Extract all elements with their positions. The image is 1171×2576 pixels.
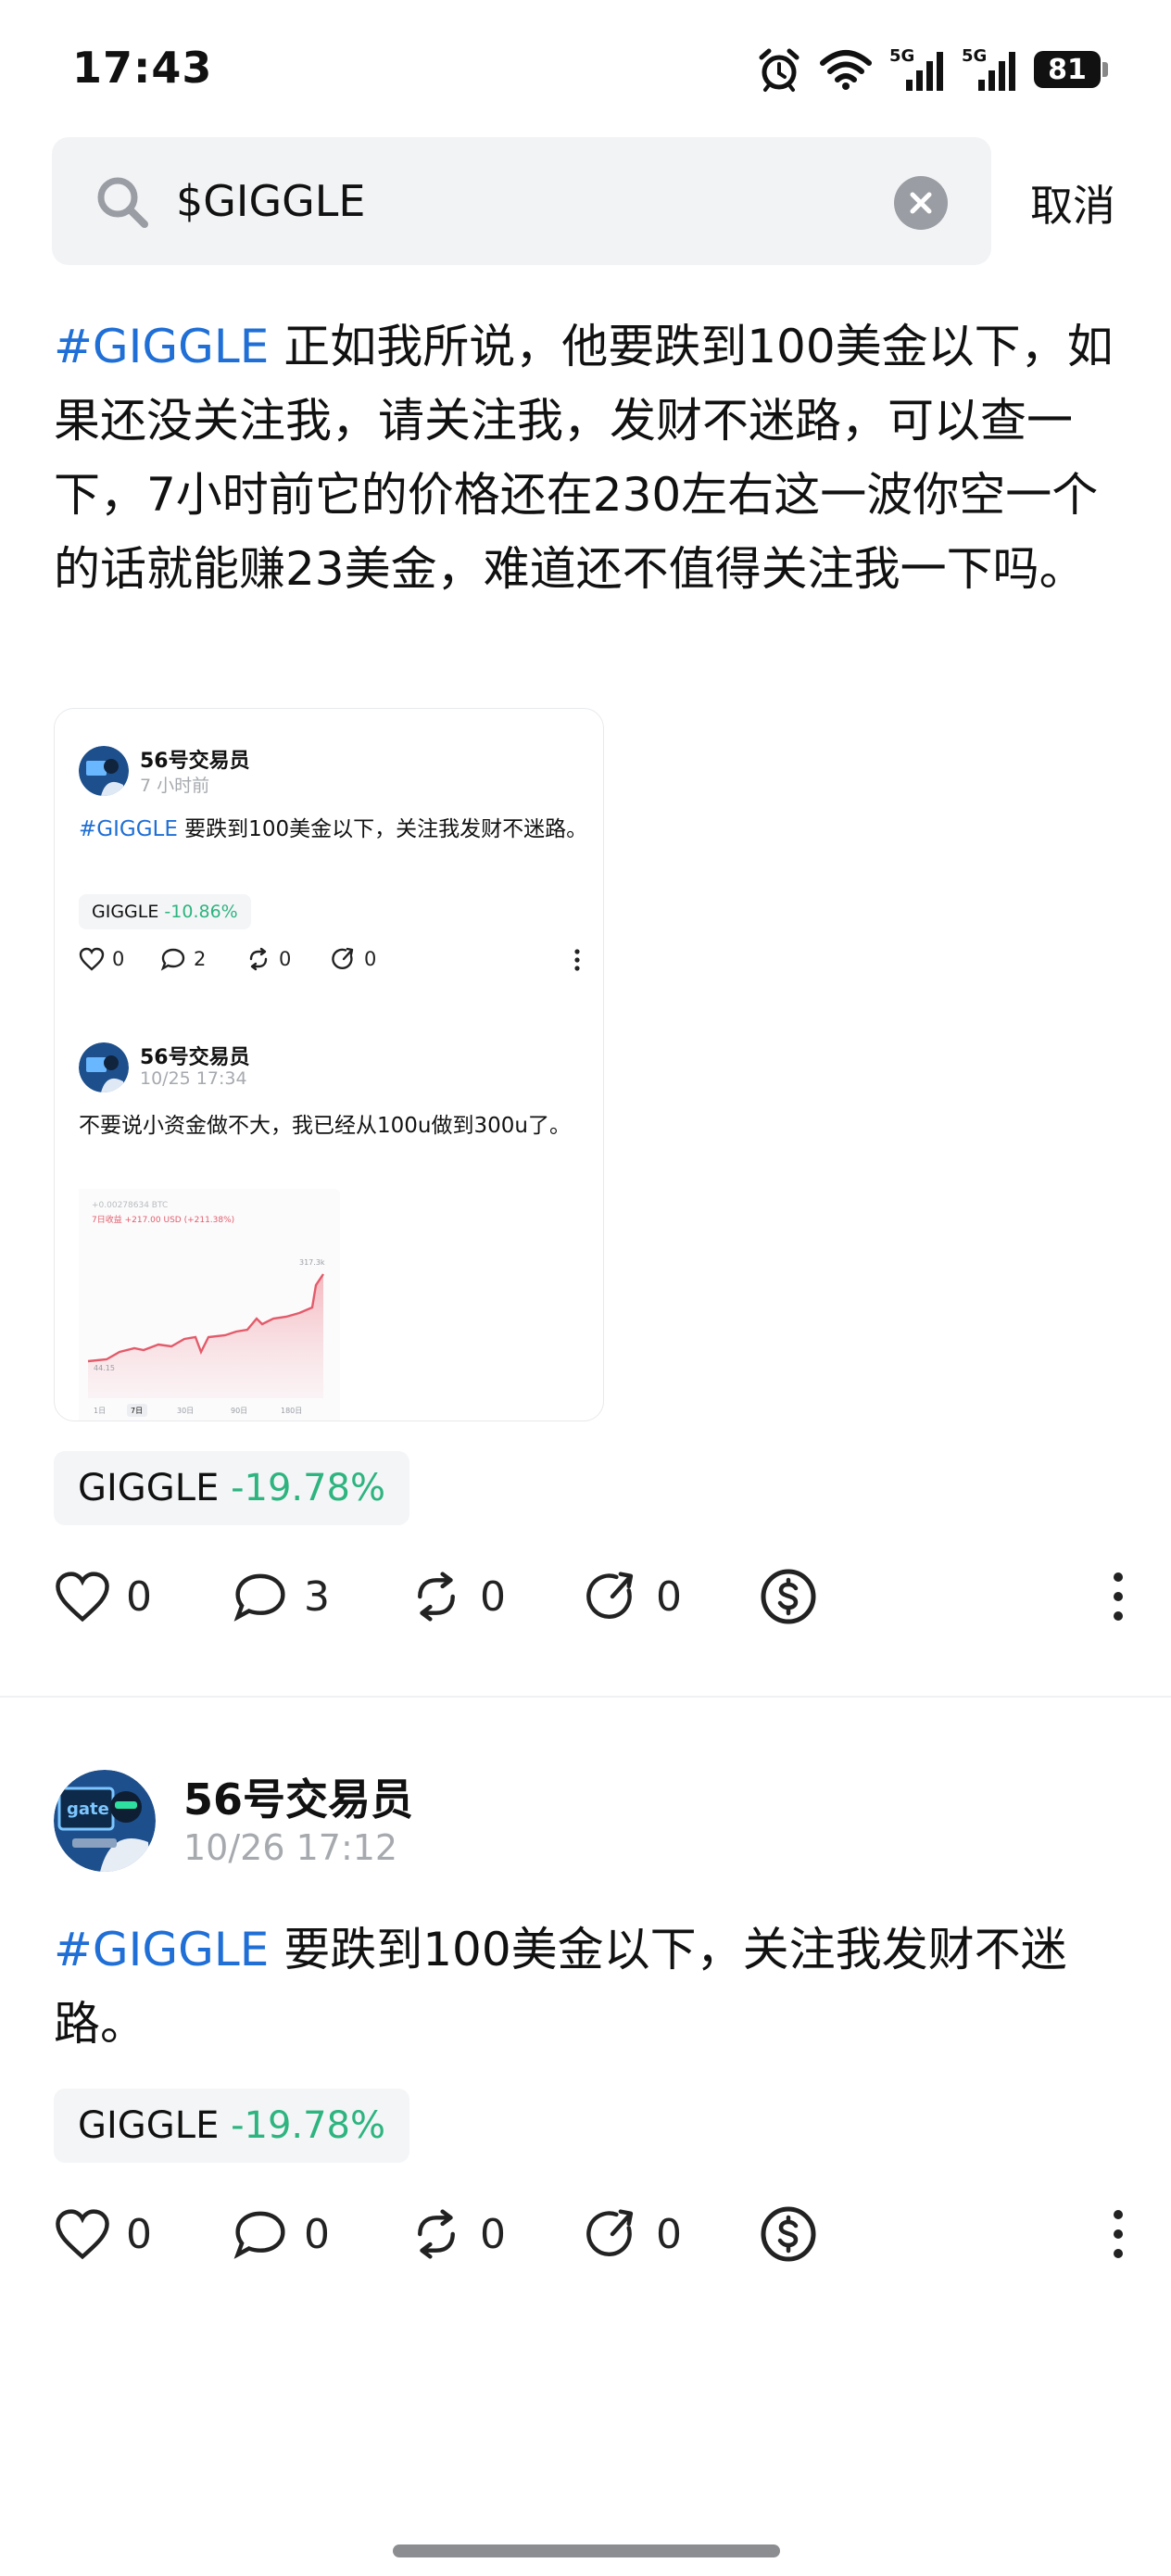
chart-header-value: +0.00278634 BTC <box>92 1201 168 1210</box>
embed-time: 10/25 17:34 <box>140 1068 247 1089</box>
chart-header-change: 7日收益 +217.00 USD (+211.38%) <box>92 1214 234 1225</box>
avatar <box>79 746 129 796</box>
like-button[interactable]: 0 <box>54 1564 152 1629</box>
tip-button[interactable] <box>760 1564 817 1629</box>
chart-tab: 1日 <box>94 1407 106 1415</box>
more-icon[interactable] <box>1112 2207 1125 2261</box>
wifi-icon <box>820 50 872 90</box>
cancel-button[interactable]: 取消 <box>1030 172 1115 234</box>
chart-tab-active: 7日 <box>131 1407 143 1415</box>
repost-icon <box>418 2209 455 2259</box>
embed-text: #GIGGLE 要跌到100美金以下，关注我发财不迷路。 <box>79 817 588 841</box>
comment-button[interactable]: 0 <box>232 2202 330 2267</box>
share-button[interactable]: 0 <box>584 2202 682 2267</box>
heart-icon <box>56 2209 109 2260</box>
embedded-image[interactable]: 56号交易员 7 小时前 #GIGGLE 要跌到100美金以下，关注我发财不迷路… <box>54 708 604 1421</box>
ticker-tag[interactable]: GIGGLE -19.78% <box>54 1451 410 1525</box>
dollar-coin-icon <box>761 1569 816 1624</box>
embed-author: 56号交易员 <box>140 750 250 773</box>
chart-high-label: 317.3k <box>299 1258 325 1267</box>
chart-low-label: 44.15 <box>94 1364 115 1372</box>
more-icon[interactable] <box>1112 1570 1125 1623</box>
like-count: 0 <box>126 1572 152 1621</box>
post-actions: 0 3 0 0 <box>54 1564 1125 1629</box>
post-text[interactable]: #GIGGLE 要跌到100美金以下，关注我发财不迷路。 <box>54 1913 1119 2061</box>
embed-like: 0 <box>79 942 124 976</box>
heart-icon <box>56 1572 109 1623</box>
battery-icon: 81 <box>1034 51 1108 88</box>
signal-5g-icon: 5G <box>889 46 945 93</box>
like-button[interactable]: 0 <box>54 2202 152 2267</box>
repost-count: 0 <box>480 1572 506 1621</box>
post-text[interactable]: #GIGGLE 正如我所说，他要跌到100美金以下，如果还没关注我，请关注我，发… <box>54 309 1119 606</box>
search-input[interactable] <box>176 165 917 237</box>
embed-comment: 2 <box>160 942 206 976</box>
clear-search-icon[interactable] <box>894 176 948 230</box>
embed-text: 不要说小资金做不大，我已经从100u做到300u了。 <box>79 1114 571 1138</box>
repost-button[interactable]: 0 <box>408 2202 506 2267</box>
more-icon <box>574 949 580 971</box>
svg-text:gate: gate <box>67 1799 109 1819</box>
embed-hashtag: #GIGGLE <box>79 817 178 841</box>
avatar <box>79 1042 129 1092</box>
repost-icon <box>249 947 268 971</box>
tip-button[interactable] <box>760 2202 817 2267</box>
share-count: 0 <box>656 1572 682 1621</box>
chart-tab: 30日 <box>177 1407 194 1415</box>
comment-count: 0 <box>304 2210 330 2258</box>
comment-icon <box>160 948 185 971</box>
hashtag-link[interactable]: #GIGGLE <box>54 320 269 373</box>
repost-count: 0 <box>480 2210 506 2258</box>
embed-time: 7 小时前 <box>140 776 210 796</box>
chart-tab: 90日 <box>231 1407 247 1415</box>
repost-button[interactable]: 0 <box>408 1564 506 1629</box>
chart-tab: 180日 <box>281 1407 302 1415</box>
ticker-tag[interactable]: GIGGLE -19.78% <box>54 2089 410 2163</box>
search-bar[interactable] <box>52 137 991 265</box>
comment-button[interactable]: 3 <box>232 1564 330 1629</box>
heart-icon <box>79 947 105 971</box>
share-icon <box>586 1572 634 1619</box>
signal-5g-icon: 5G <box>962 46 1017 93</box>
status-bar: 17:43 5G 5G 81 <box>0 0 1171 139</box>
share-icon <box>332 947 354 970</box>
repost-icon <box>418 1572 455 1622</box>
home-indicator[interactable] <box>393 2544 780 2557</box>
like-count: 0 <box>126 2210 152 2258</box>
post-time: 10/26 17:12 <box>183 1827 398 1868</box>
post-divider <box>0 1696 1171 1698</box>
status-time: 17:43 <box>72 43 213 93</box>
hashtag-link[interactable]: #GIGGLE <box>54 1923 269 1976</box>
share-button[interactable]: 0 <box>584 1564 682 1629</box>
mini-profit-chart: +0.00278634 BTC 7日收益 +217.00 USD (+211.3… <box>79 1189 340 1421</box>
comment-icon <box>233 2211 285 2259</box>
author-name[interactable]: 56号交易员 <box>183 1766 413 1827</box>
comment-icon <box>233 1573 285 1622</box>
alarm-icon <box>759 48 800 92</box>
dollar-coin-icon <box>761 2206 816 2262</box>
battery-level: 81 <box>1034 51 1101 88</box>
status-icons: 5G 5G 81 <box>756 44 1108 95</box>
comment-count: 3 <box>304 1572 330 1621</box>
embed-ticker-tag: GIGGLE -10.86% <box>79 894 251 929</box>
post-actions: 0 0 0 0 <box>54 2202 1125 2267</box>
search-icon <box>97 177 148 228</box>
embed-repost: 0 <box>246 942 291 976</box>
embed-author: 56号交易员 <box>140 1046 250 1069</box>
embed-share: 0 <box>331 942 376 976</box>
avatar[interactable]: gate <box>54 1770 156 1872</box>
share-icon <box>586 2209 634 2256</box>
embed-actions: 0 2 0 0 <box>79 942 598 976</box>
share-count: 0 <box>656 2210 682 2258</box>
